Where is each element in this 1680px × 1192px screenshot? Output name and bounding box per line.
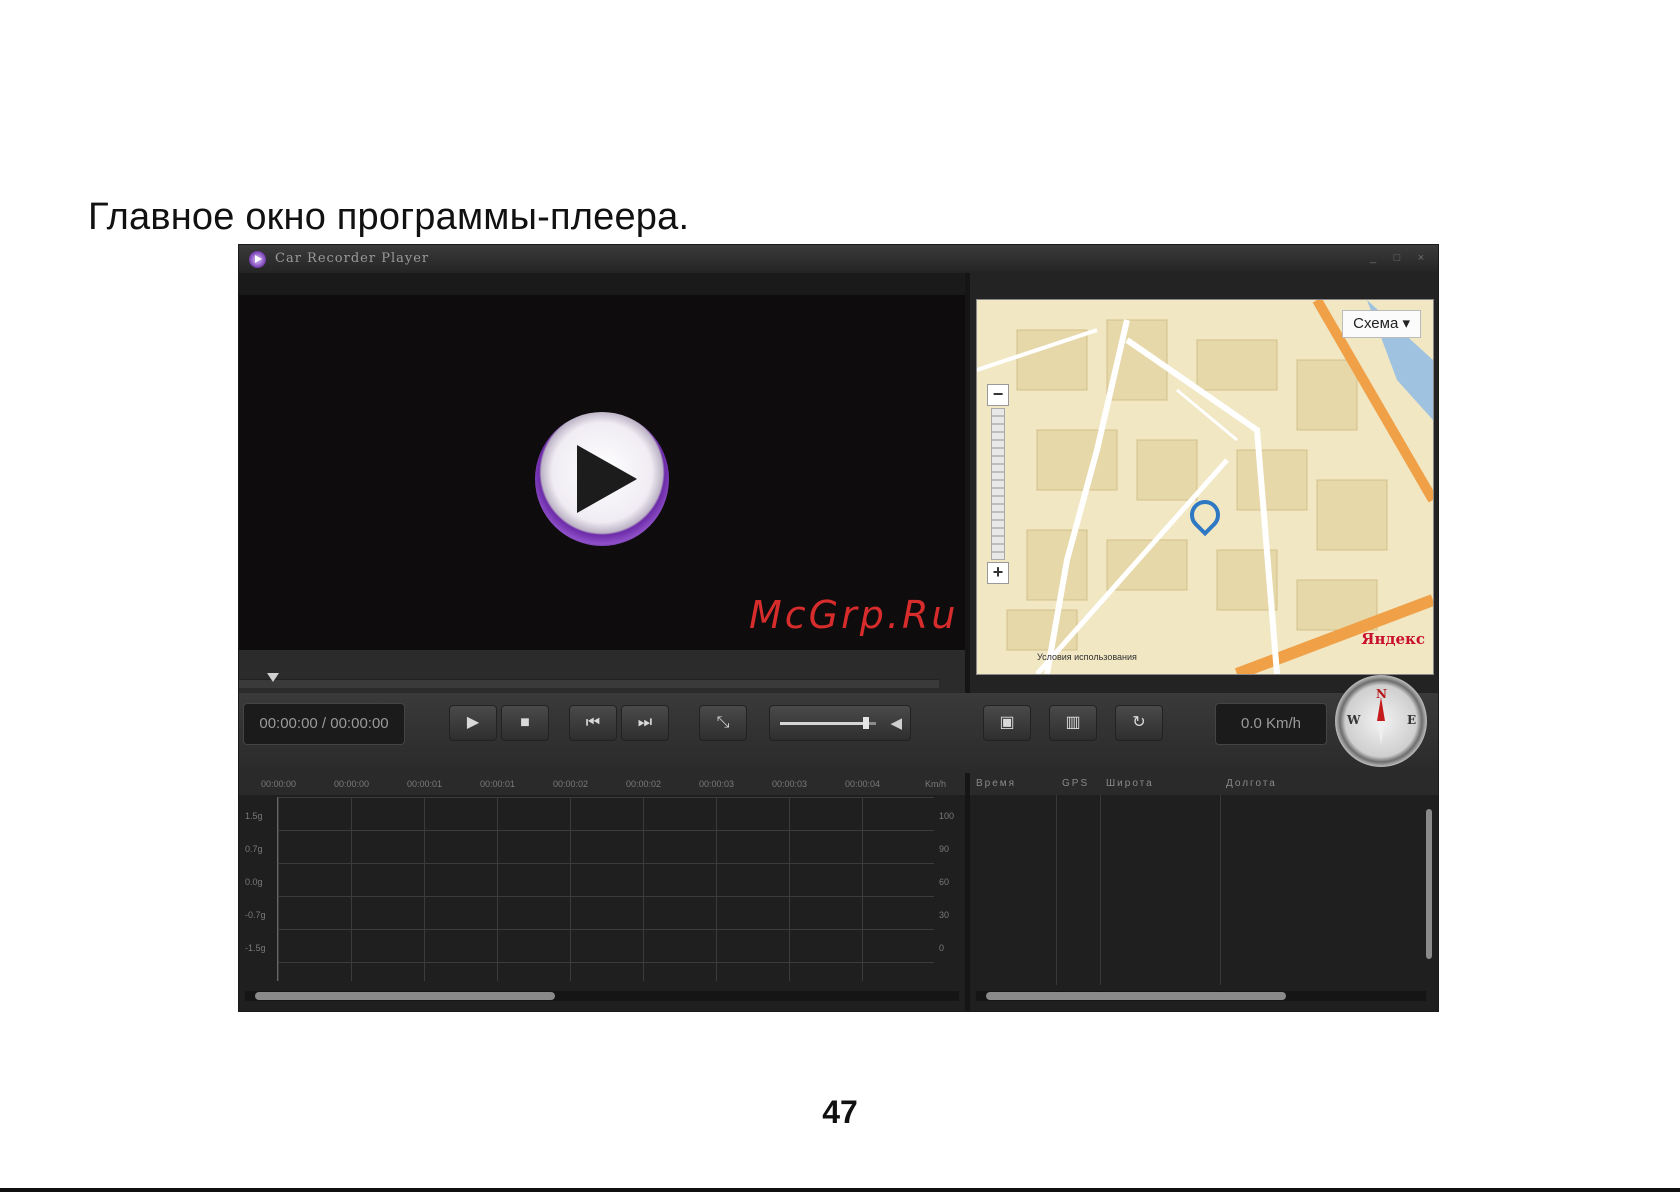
y-tick-left: -0.7g bbox=[245, 910, 266, 920]
data-vertical-scrollbar[interactable] bbox=[1426, 809, 1432, 959]
seek-thumb[interactable] bbox=[267, 673, 279, 682]
next-button[interactable]: ⏭ bbox=[621, 705, 669, 741]
speaker-icon[interactable]: ◀ bbox=[890, 714, 902, 732]
play-circle-icon[interactable] bbox=[535, 412, 669, 546]
close-button[interactable]: × bbox=[1412, 251, 1430, 265]
volume-fill bbox=[780, 722, 867, 725]
play-button[interactable]: ▶ bbox=[449, 705, 497, 741]
column-divider bbox=[1220, 795, 1221, 985]
compass-north: N bbox=[1376, 687, 1387, 701]
time-tick: 00:00:02 bbox=[553, 779, 589, 789]
column-divider bbox=[1100, 795, 1101, 985]
y-tick-right: 60 bbox=[939, 877, 950, 887]
scrollbar-thumb[interactable] bbox=[255, 992, 555, 1000]
map-panel: Схема ▾ − + Яндекс Условия использования bbox=[970, 273, 1438, 693]
watermark: McGrp.Ru bbox=[749, 593, 959, 637]
zoom-in-button[interactable]: + bbox=[987, 562, 1009, 584]
volume-knob[interactable] bbox=[863, 717, 870, 729]
time-tick: 00:00:02 bbox=[626, 779, 662, 789]
map-view[interactable]: Схема ▾ − + Яндекс Условия использования bbox=[976, 299, 1434, 675]
window-controls: _ □ × bbox=[1364, 251, 1430, 265]
map-provider-logo: Яндекс bbox=[1361, 630, 1425, 648]
y-tick-right: 90 bbox=[939, 844, 950, 854]
video-screen[interactable]: McGrp.Ru bbox=[239, 295, 965, 650]
y-tick-left: 0.7g bbox=[245, 844, 263, 854]
map-scheme-dropdown[interactable]: Схема ▾ bbox=[1342, 310, 1421, 338]
time-tick: 00:00:03 bbox=[772, 779, 808, 789]
video-panel: McGrp.Ru bbox=[239, 273, 965, 688]
seek-bar[interactable] bbox=[239, 679, 939, 688]
graph-horizontal-scrollbar[interactable] bbox=[245, 991, 959, 1001]
time-tick: 00:00:04 bbox=[845, 779, 881, 789]
refresh-button[interactable]: ↻ bbox=[1115, 705, 1163, 741]
graph-grid bbox=[277, 797, 934, 981]
time-tick: 00:00:01 bbox=[407, 779, 443, 789]
y-tick-right: 30 bbox=[939, 910, 950, 920]
speed-display: 0.0 Km/h bbox=[1215, 703, 1327, 745]
app-title: Car Recorder Player bbox=[275, 251, 430, 266]
map-streets bbox=[977, 300, 1433, 674]
minimize-button[interactable]: _ bbox=[1364, 251, 1382, 265]
y-tick-right: 100 bbox=[939, 811, 955, 821]
y-tick-left: 0.0g bbox=[245, 877, 263, 887]
zoom-out-button[interactable]: − bbox=[987, 384, 1009, 406]
snapshot-button[interactable]: ▣ bbox=[983, 705, 1031, 741]
compass-west: W bbox=[1347, 713, 1361, 727]
column-header-latitude[interactable]: Широта bbox=[1106, 778, 1154, 789]
time-display: 00:00:00 / 00:00:00 bbox=[243, 703, 405, 745]
compass-needle-south bbox=[1377, 721, 1385, 745]
time-tick: 00:00:00 bbox=[334, 779, 370, 789]
time-tick: 00:00:03 bbox=[699, 779, 735, 789]
data-horizontal-scrollbar[interactable] bbox=[976, 991, 1426, 1001]
compass-icon: N W E bbox=[1335, 675, 1427, 767]
column-header-longitude[interactable]: Долгота bbox=[1226, 778, 1277, 789]
title-bar: Car Recorder Player _ □ × bbox=[239, 245, 1438, 273]
maximize-button[interactable]: □ bbox=[1388, 251, 1406, 265]
column-divider bbox=[1056, 795, 1057, 985]
column-header-gps[interactable]: GPS bbox=[1062, 778, 1089, 789]
volume-slider[interactable]: ◀ bbox=[769, 705, 911, 741]
y-tick-right: 0 bbox=[939, 943, 945, 953]
zoom-slider[interactable] bbox=[991, 408, 1005, 560]
speed-unit-label: Km/h bbox=[925, 779, 947, 789]
column-header-time[interactable]: Время bbox=[976, 778, 1016, 789]
page-number: 47 bbox=[822, 1094, 858, 1130]
y-tick-left: 1.5g bbox=[245, 811, 263, 821]
gsensor-graph-panel: 00:00:00 00:00:00 00:00:01 00:00:01 00:0… bbox=[239, 773, 965, 1011]
map-terms-link[interactable]: Условия использования bbox=[1037, 652, 1137, 662]
data-table-header: Время GPS Широта Долгота bbox=[970, 773, 1438, 795]
time-tick: 00:00:01 bbox=[480, 779, 516, 789]
graph-time-axis: 00:00:00 00:00:00 00:00:01 00:00:01 00:0… bbox=[239, 773, 965, 795]
app-window: Car Recorder Player _ □ × McGrp.Ru Схема… bbox=[238, 244, 1439, 1012]
y-tick-left: -1.5g bbox=[245, 943, 266, 953]
gps-data-panel: Время GPS Широта Долгота bbox=[970, 773, 1438, 1011]
delete-button[interactable]: ▥ bbox=[1049, 705, 1097, 741]
control-bar: 00:00:00 / 00:00:00 ▶ ■ ⏮ ⏭ ⤡ ◀ ▣ ▥ ↻ 0.… bbox=[239, 675, 1438, 773]
stop-button[interactable]: ■ bbox=[501, 705, 549, 741]
app-logo-icon bbox=[249, 251, 266, 268]
previous-button[interactable]: ⏮ bbox=[569, 705, 617, 741]
fullscreen-button[interactable]: ⤡ bbox=[699, 705, 747, 741]
time-tick: 00:00:00 bbox=[261, 779, 297, 789]
compass-east: E bbox=[1407, 713, 1417, 727]
scrollbar-thumb[interactable] bbox=[986, 992, 1286, 1000]
page-footer-rule bbox=[0, 1188, 1680, 1192]
caption-text: Главное окно программы-плеера. bbox=[88, 196, 690, 238]
